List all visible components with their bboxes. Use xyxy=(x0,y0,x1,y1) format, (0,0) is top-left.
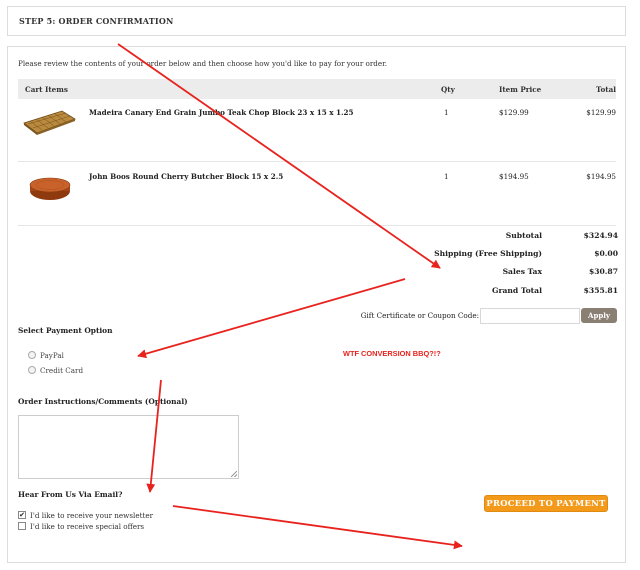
paypal-radio[interactable] xyxy=(28,351,36,359)
tax-value: $30.87 xyxy=(588,267,618,276)
newsletter-checkbox[interactable]: ✔ xyxy=(18,511,26,519)
order-confirmation-panel: Please review the contents of your order… xyxy=(7,46,626,563)
header-qty: Qty xyxy=(441,85,455,94)
tax-row: Sales Tax $30.87 xyxy=(8,267,627,279)
item-total: $194.95 xyxy=(586,172,616,181)
subtotal-value: $324.94 xyxy=(583,231,618,240)
tax-label: Sales Tax xyxy=(502,267,542,276)
annotation-text: WTF CONVERSION BBQ?!? xyxy=(343,349,441,358)
grand-total-value: $355.81 xyxy=(583,286,618,295)
comments-label: Order Instructions/Comments (Optional) xyxy=(18,397,188,406)
grand-total-row: Grand Total $355.81 xyxy=(8,286,627,298)
step-title: STEP 5: ORDER CONFIRMATION xyxy=(19,16,174,26)
cherry-butcher-block-image[interactable] xyxy=(28,176,72,202)
cart-table-header: Cart Items Qty Item Price Total xyxy=(18,79,616,99)
shipping-label: Shipping (Free Shipping) xyxy=(434,249,542,258)
item-total: $129.99 xyxy=(586,108,616,117)
coupon-input[interactable] xyxy=(480,308,580,324)
item-qty: 1 xyxy=(444,108,449,117)
credit-card-radio[interactable] xyxy=(28,366,36,374)
table-row: John Boos Round Cherry Butcher Block 15 … xyxy=(18,163,616,226)
payment-option-label: Select Payment Option xyxy=(18,326,113,335)
proceed-to-payment-button[interactable]: PROCEED TO PAYMENT xyxy=(484,495,608,512)
item-qty: 1 xyxy=(444,172,449,181)
apply-coupon-button[interactable]: Apply xyxy=(581,308,617,323)
grand-total-label: Grand Total xyxy=(491,286,542,295)
resize-handle-icon[interactable] xyxy=(231,471,237,477)
intro-text: Please review the contents of your order… xyxy=(18,59,388,68)
subtotal-row: Subtotal $324.94 xyxy=(8,231,627,243)
coupon-label: Gift Certificate or Coupon Code: xyxy=(360,311,479,320)
header-total: Total xyxy=(595,85,616,94)
subtotal-label: Subtotal xyxy=(505,231,542,240)
special-offers-checkbox[interactable] xyxy=(18,522,26,530)
shipping-row: Shipping (Free Shipping) $0.00 xyxy=(8,249,627,261)
special-offers-label[interactable]: I'd like to receive special offers xyxy=(30,522,144,531)
item-price: $194.95 xyxy=(499,172,529,181)
header-cart-items: Cart Items xyxy=(25,85,68,94)
item-name[interactable]: John Boos Round Cherry Butcher Block 15 … xyxy=(89,172,283,181)
credit-card-label[interactable]: Credit Card xyxy=(40,366,83,375)
table-row: Madeira Canary End Grain Jumbo Teak Chop… xyxy=(18,99,616,162)
coupon-row: Gift Certificate or Coupon Code: Apply xyxy=(8,308,627,324)
item-name[interactable]: Madeira Canary End Grain Jumbo Teak Chop… xyxy=(89,108,354,117)
header-item-price: Item Price xyxy=(499,85,542,94)
paypal-label[interactable]: PayPal xyxy=(40,351,64,360)
item-price: $129.99 xyxy=(499,108,529,117)
teak-chop-block-image[interactable] xyxy=(22,109,76,135)
email-opt-label: Hear From Us Via Email? xyxy=(18,490,123,499)
shipping-value: $0.00 xyxy=(594,249,618,258)
newsletter-label[interactable]: I'd like to receive your newsletter xyxy=(30,511,153,520)
step-header: STEP 5: ORDER CONFIRMATION xyxy=(7,6,626,36)
comments-textarea[interactable] xyxy=(18,415,239,479)
